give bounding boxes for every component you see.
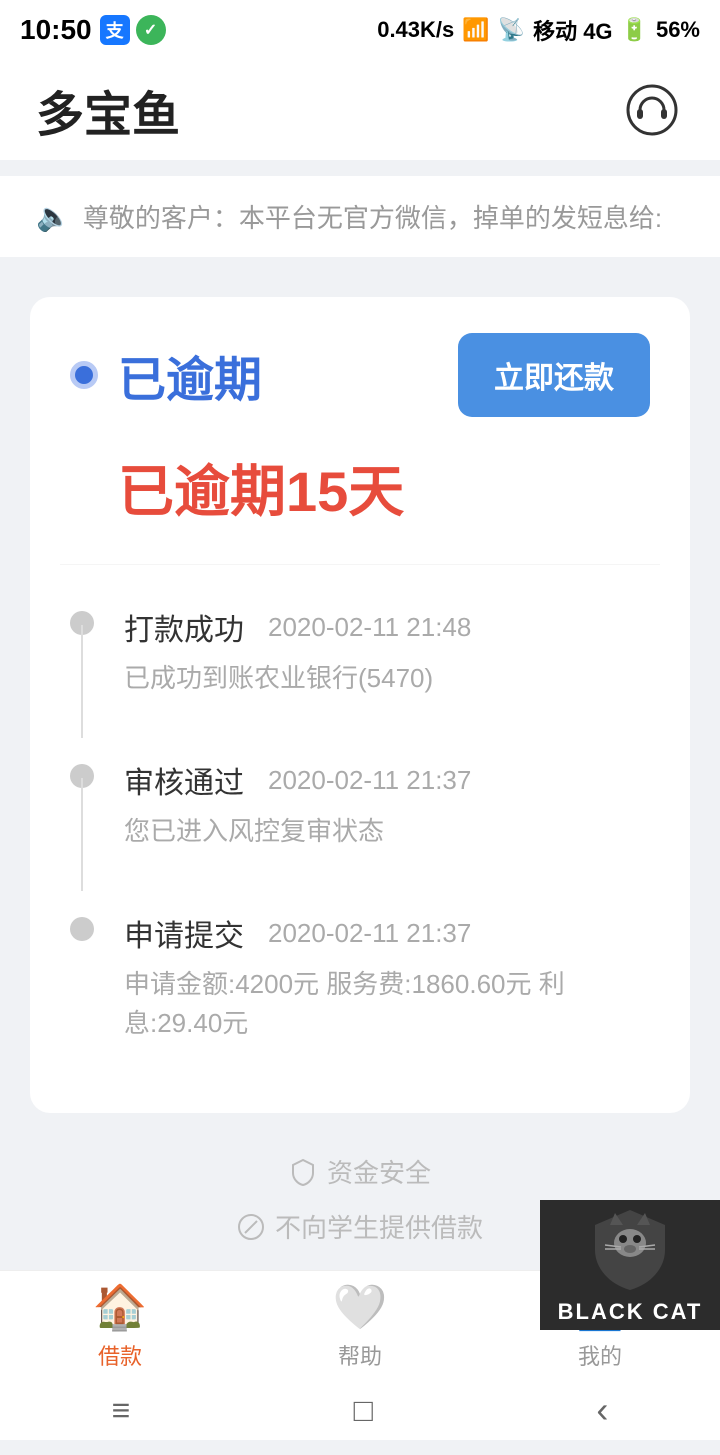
security-text-2: 不向学生提供借款 <box>275 1208 483 1245</box>
black-cat-text: BLACK CAT <box>558 1299 703 1325</box>
timeline-title-1: 打款成功 <box>124 605 244 649</box>
timeline-desc-1: 已成功到账农业银行(5470) <box>124 659 471 698</box>
overdue-days-number: 15 <box>286 460 348 523</box>
security-item-1: 资金安全 <box>289 1153 431 1190</box>
notice-text: 尊敬的客户：本平台无官方微信，掉单的发短息给: <box>83 198 662 235</box>
signal-icon: 📡 <box>498 17 525 43</box>
black-cat-shield-svg <box>585 1205 675 1295</box>
overdue-days-prefix: 已逾期 <box>118 460 286 523</box>
timeline-header-3: 申请提交 2020-02-11 21:37 <box>124 911 650 955</box>
security-text-1: 资金安全 <box>327 1153 431 1190</box>
menu-button[interactable]: ≡ <box>112 1392 131 1429</box>
nav-item-help[interactable]: 🤍 帮助 <box>240 1281 480 1371</box>
battery-level: 56% <box>656 17 700 43</box>
home-nav-icon: 🏠 <box>93 1281 148 1333</box>
timeline-dot-1 <box>70 611 94 635</box>
nav-item-loan[interactable]: 🏠 借款 <box>0 1281 240 1371</box>
timeline-desc-3: 申请金额:4200元 服务费:1860.60元 利息:29.40元 <box>124 965 650 1043</box>
back-button[interactable]: ‹ <box>596 1389 608 1431</box>
overdue-section: 已逾期 立即还款 <box>30 297 690 447</box>
status-bar: 10:50 支 ✓ 0.43K/s 📶 📡 移动 4G 🔋 56% <box>0 0 720 60</box>
notice-divider <box>0 257 720 277</box>
timeline-dot-3 <box>70 917 94 941</box>
main-content: 已逾期 立即还款 已逾期15天 打款成功 2020-02-11 21:48 <box>0 277 720 1285</box>
status-right: 0.43K/s 📶 📡 移动 4G 🔋 56% <box>377 14 700 46</box>
home-button[interactable]: □ <box>354 1392 373 1429</box>
status-time: 10:50 <box>20 14 92 46</box>
overdue-left: 已逾期 <box>70 340 262 410</box>
timeline-time-2: 2020-02-11 21:37 <box>268 765 471 796</box>
timeline-time-3: 2020-02-11 21:37 <box>268 918 471 949</box>
status-icons: 支 ✓ <box>100 15 166 45</box>
alipay-icon: 支 <box>100 15 130 45</box>
timeline-item-3: 申请提交 2020-02-11 21:37 申请金额:4200元 服务费:186… <box>70 881 650 1073</box>
repay-button[interactable]: 立即还款 <box>458 333 650 417</box>
heart-nav-icon: 🤍 <box>333 1281 388 1333</box>
timeline-time-1: 2020-02-11 21:48 <box>268 612 471 643</box>
timeline-content-2: 审核通过 2020-02-11 21:37 您已进入风控复审状态 <box>124 758 471 851</box>
speaker-icon: 🔈 <box>36 200 71 233</box>
timeline-item-2: 审核通过 2020-02-11 21:37 您已进入风控复审状态 <box>70 728 650 881</box>
battery-icon: 🔋 <box>621 17 648 43</box>
app-icon: ✓ <box>136 15 166 45</box>
overdue-days-text: 已逾期15天 <box>108 478 404 520</box>
timeline-title-2: 审核通过 <box>124 758 244 802</box>
timeline-content-1: 打款成功 2020-02-11 21:48 已成功到账农业银行(5470) <box>124 605 471 698</box>
overdue-days-suffix: 天 <box>348 460 404 523</box>
nav-label-loan: 借款 <box>98 1339 142 1371</box>
timeline-content-3: 申请提交 2020-02-11 21:37 申请金额:4200元 服务费:186… <box>124 911 650 1043</box>
header-divider <box>0 160 720 176</box>
carrier-label: 移动 4G <box>533 14 612 46</box>
timeline-section: 打款成功 2020-02-11 21:48 已成功到账农业银行(5470) 审核… <box>30 565 690 1113</box>
timeline-header-1: 打款成功 2020-02-11 21:48 <box>124 605 471 649</box>
overdue-title: 已逾期 <box>118 340 262 410</box>
notice-banner: 🔈 尊敬的客户：本平台无官方微信，掉单的发短息给: <box>0 176 720 257</box>
nav-label-help: 帮助 <box>338 1339 382 1371</box>
status-left: 10:50 支 ✓ <box>20 14 166 46</box>
header: 多宝鱼 <box>0 60 720 160</box>
security-item-2: 不向学生提供借款 <box>237 1208 483 1245</box>
timeline-item: 打款成功 2020-02-11 21:48 已成功到账农业银行(5470) <box>70 575 650 728</box>
shield-icon-2 <box>237 1213 265 1241</box>
timeline-title-3: 申请提交 <box>124 911 244 955</box>
support-button[interactable] <box>620 78 684 142</box>
overdue-days-section: 已逾期15天 <box>30 447 690 564</box>
black-cat-watermark: BLACK CAT <box>540 1200 720 1330</box>
network-speed: 0.43K/s <box>377 17 454 43</box>
overdue-dot <box>70 361 98 389</box>
timeline-desc-2: 您已进入风控复审状态 <box>124 812 471 851</box>
nav-label-mine: 我的 <box>578 1339 622 1371</box>
wifi-icon: 📶 <box>462 17 489 43</box>
timeline-header-2: 审核通过 2020-02-11 21:37 <box>124 758 471 802</box>
timeline-dot-2 <box>70 764 94 788</box>
app-title: 多宝鱼 <box>36 75 180 145</box>
status-card: 已逾期 立即还款 已逾期15天 打款成功 2020-02-11 21:48 <box>30 297 690 1113</box>
shield-icon-1 <box>289 1158 317 1186</box>
system-bar: ≡ □ ‹ <box>0 1380 720 1440</box>
